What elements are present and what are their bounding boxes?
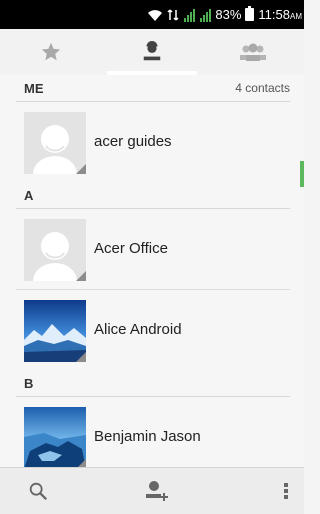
section-header-me: ME 4 contacts <box>16 75 290 102</box>
section-label: ME <box>24 81 44 96</box>
add-contact-icon <box>146 481 168 501</box>
clock-suffix: AM <box>290 12 302 21</box>
avatar <box>24 219 86 281</box>
contact-name: acer guides <box>94 133 172 150</box>
clock-time: 11:58 <box>258 7 290 22</box>
star-icon <box>41 42 60 61</box>
section-header-a: A <box>16 182 290 209</box>
status-bar: 83% 11:58AM <box>0 0 304 29</box>
search-icon <box>29 482 48 501</box>
add-contact-button[interactable] <box>126 468 186 514</box>
scroll-indicator[interactable] <box>300 161 304 187</box>
overflow-menu-icon <box>284 483 288 499</box>
tab-contacts[interactable] <box>101 29 202 75</box>
battery-icon <box>245 6 255 21</box>
signal-sim2-icon <box>200 8 212 22</box>
contact-name: Acer Office <box>94 240 168 257</box>
contact-list[interactable]: ME 4 contacts acer guides A Acer Office … <box>0 75 304 467</box>
contact-row-benjamin-jason[interactable]: Benjamin Jason <box>16 397 290 467</box>
contact-row-acer-office[interactable]: Acer Office <box>16 209 290 290</box>
section-label: B <box>24 376 34 391</box>
tab-bar <box>0 29 304 76</box>
clock: 11:58AM <box>258 7 302 22</box>
section-header-b: B <box>16 370 290 397</box>
contact-count: 4 contacts <box>235 81 290 95</box>
battery-percent: 83% <box>215 7 242 22</box>
section-label: A <box>24 188 34 203</box>
seascape-photo-icon <box>24 407 86 467</box>
tab-groups[interactable] <box>203 29 304 75</box>
group-icon <box>240 43 267 61</box>
avatar-corner-badge <box>76 271 86 281</box>
data-sync-icon <box>167 8 179 21</box>
search-button[interactable] <box>8 468 68 514</box>
overflow-menu-button[interactable] <box>256 468 316 514</box>
avatar <box>24 112 86 174</box>
contact-name: Benjamin Jason <box>94 428 201 445</box>
tab-favorites[interactable] <box>0 29 101 75</box>
wifi-icon <box>148 9 163 21</box>
signal-sim1-icon <box>184 8 196 22</box>
avatar-photo <box>24 407 86 467</box>
bottom-action-bar <box>0 467 304 514</box>
contact-row-alice-android[interactable]: Alice Android <box>16 290 290 370</box>
person-icon <box>143 41 161 61</box>
contact-row-acer-guides[interactable]: acer guides <box>16 102 290 182</box>
avatar-corner-badge <box>76 164 86 174</box>
avatar-photo <box>24 300 86 362</box>
avatar-corner-badge <box>76 459 86 467</box>
avatar-corner-badge <box>76 352 86 362</box>
contact-name: Alice Android <box>94 321 182 338</box>
